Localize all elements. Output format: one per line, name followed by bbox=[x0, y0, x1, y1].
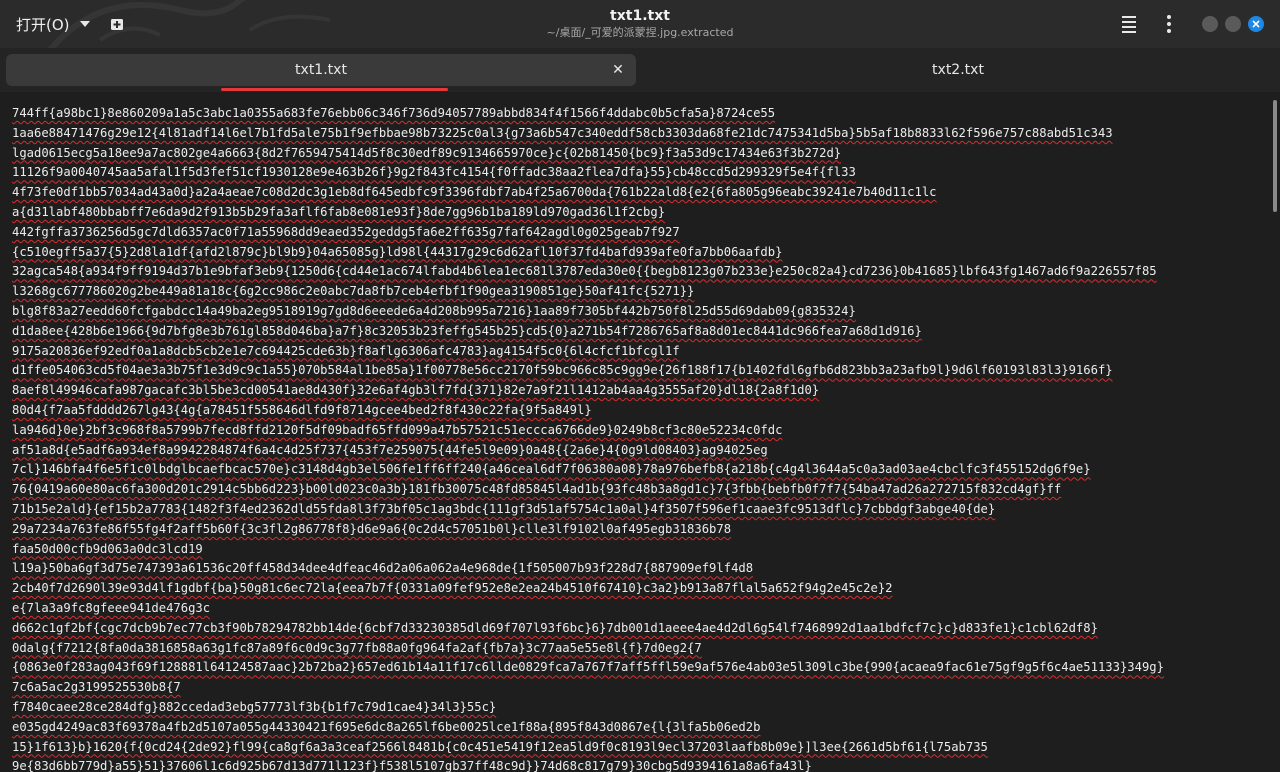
close-icon bbox=[1252, 20, 1260, 28]
text-line: 2cb40f7d2690l39e93d4lf1gdbf{ba}50g81c6ec… bbox=[12, 581, 893, 596]
text-line: a{d31labf480bbabff7e6da9d2f913b5b29fa3af… bbox=[12, 205, 666, 219]
open-label: 打开(O) bbox=[16, 15, 70, 34]
text-line: 29a7234a763fe86f55fg4f2aff5b60f{3c3fl2g8… bbox=[12, 521, 732, 536]
document-title: txt1.txt bbox=[610, 8, 670, 24]
text-line: lgad0615ecg5a18ee9a7ac802ge4a6663{8d2f76… bbox=[12, 145, 842, 160]
tab-bar: txt1.txt ✕ txt2.txt bbox=[0, 48, 1280, 92]
more-options-button[interactable] bbox=[1158, 12, 1180, 36]
text-line: l19a}50ba6gf3d75e747393a61536c20ff458d34… bbox=[12, 561, 754, 576]
tab-txt2[interactable]: txt2.txt bbox=[642, 54, 1274, 86]
text-line: 744ff{a98bc1}8e860209a1a5c3abc1a0355a683… bbox=[12, 106, 776, 120]
text-line: 4f73fe0df1bb57034ad43a0d}a2a4aeae7c08d2d… bbox=[12, 185, 937, 200]
kebab-icon-dot bbox=[1167, 15, 1171, 19]
kebab-icon-dot bbox=[1167, 29, 1171, 33]
text-line: 7cl}146bfa4f6e5f1c0lbdglbcaefbcac570e}c3… bbox=[12, 462, 1091, 477]
text-line: 9e{83d6bb779d}a55}51}37606l1c6d925b67d13… bbox=[12, 759, 812, 772]
text-line: d1ffe054063cd5f04ae3a3b75f1e3d9c9c1a55}0… bbox=[12, 363, 1113, 378]
active-tab-indicator bbox=[221, 88, 448, 91]
text-line: 9175a20836ef92edf0a1a8dcb5cb2e1e7c694425… bbox=[12, 343, 680, 358]
new-document-icon bbox=[111, 19, 123, 30]
tab-txt1[interactable]: txt1.txt ✕ bbox=[6, 54, 636, 86]
text-line: 80d4{f7aa5fdddd267lg43{4g{a78451f558646d… bbox=[12, 403, 592, 417]
hamburger-icon-line bbox=[1122, 30, 1136, 33]
text-line: 11126f9a0040745aa5afal1f5d3fef51cf193012… bbox=[12, 165, 856, 180]
open-menu-button[interactable]: 打开(O) bbox=[8, 9, 98, 39]
vertical-scrollbar[interactable] bbox=[1273, 100, 1277, 212]
window-title: txt1.txt ~/桌面/_可爱的派蒙捏.jpg.extracted bbox=[440, 7, 840, 41]
tab-label: txt2.txt bbox=[932, 62, 984, 78]
text-line: d1da8ee{428b6e1966{9d7bfg8e3b761gl858d04… bbox=[12, 323, 922, 338]
minimize-button[interactable] bbox=[1202, 16, 1218, 32]
text-line: 71b15e2ald}{ef15b2a7783{1482f3f4ed2362dl… bbox=[12, 502, 996, 516]
new-document-button[interactable] bbox=[104, 12, 130, 36]
close-window-button[interactable] bbox=[1248, 16, 1264, 32]
text-line: f7840caee28ce284dfg}882ccedad3ebg57773lf… bbox=[12, 700, 497, 714]
hamburger-icon-line bbox=[1122, 25, 1136, 28]
text-line: 0dalg{f7212{8fa0da3816858a63g1fc87a89f6c… bbox=[12, 640, 702, 655]
text-line: l3268gc677786020g2be449a81a18c{6g2cc986c… bbox=[12, 284, 695, 299]
text-line: af51a8d{e5adf6a934ef8a9942284874f6a4c4d2… bbox=[12, 442, 768, 457]
text-line: 1aa6e88471476g29e12{4l81adf14l6el7b1fd5a… bbox=[12, 125, 1113, 140]
text-line: {c510egff5a37{5}2d8la1df{afd2l879c}bl9b9… bbox=[12, 244, 783, 259]
tab-close-icon[interactable]: ✕ bbox=[610, 62, 626, 78]
hamburger-menu-button[interactable] bbox=[1116, 12, 1142, 36]
text-line: faa50d00cfb9d063a0dc3lcd19 bbox=[12, 541, 203, 556]
text-line: 32agca548{a934f9ff9194d37b1e9bfaf3eb9{12… bbox=[12, 264, 1157, 279]
chevron-down-icon bbox=[79, 21, 90, 27]
text-line: 442fgffa3736256d5gc7dld6357ac0f71a55968d… bbox=[12, 224, 680, 239]
hamburger-icon-line bbox=[1122, 15, 1136, 18]
maximize-button[interactable] bbox=[1225, 16, 1241, 32]
text-line: 76{0419a60e80ac6fa300d201c2914c5bb6d223}… bbox=[12, 482, 1062, 497]
header-bar: 打开(O) txt1.txt ~/桌面/_可爱的派蒙捏.jpg.extracte… bbox=[0, 0, 1280, 48]
tab-label: txt1.txt bbox=[295, 62, 347, 78]
text-line: la946d}0e}2bf3c968f8a5799b7fecd8ffd2120f… bbox=[12, 422, 783, 437]
document-path: ~/桌面/_可爱的派蒙捏.jpg.extracted bbox=[546, 26, 734, 39]
hamburger-icon-line bbox=[1122, 20, 1136, 23]
text-line: 8aef8l49946cafa987gacafc3bl5be3cd00541ae… bbox=[12, 383, 820, 398]
text-line: {0863e0f283ag043f69f128881l64124587aac}2… bbox=[12, 660, 1164, 675]
text-editor[interactable]: 744ff{a98bc1}8e860209a1a5c3abc1a0355a683… bbox=[0, 96, 1272, 772]
text-line: blg8f83a27eedd60fcfgabdcc14a49ba2eg95189… bbox=[12, 304, 856, 318]
kebab-icon-dot bbox=[1167, 22, 1171, 26]
text-line: d662c1gf2bf{cgc7dcb9b7ec77cb3f90b7829478… bbox=[12, 620, 1098, 635]
text-line: e035gd4249ac83f69378a4fb2d5107a055g44330… bbox=[12, 719, 761, 734]
text-line: e{7la3a9fc8gfeee941de476g3c bbox=[12, 601, 211, 615]
text-line: 7c6a5ac2g3199525530b8{7 bbox=[12, 680, 181, 695]
text-line: 15}1f613}b}1620{f{0cd24{2de92}fl99{ca8gf… bbox=[12, 739, 988, 754]
